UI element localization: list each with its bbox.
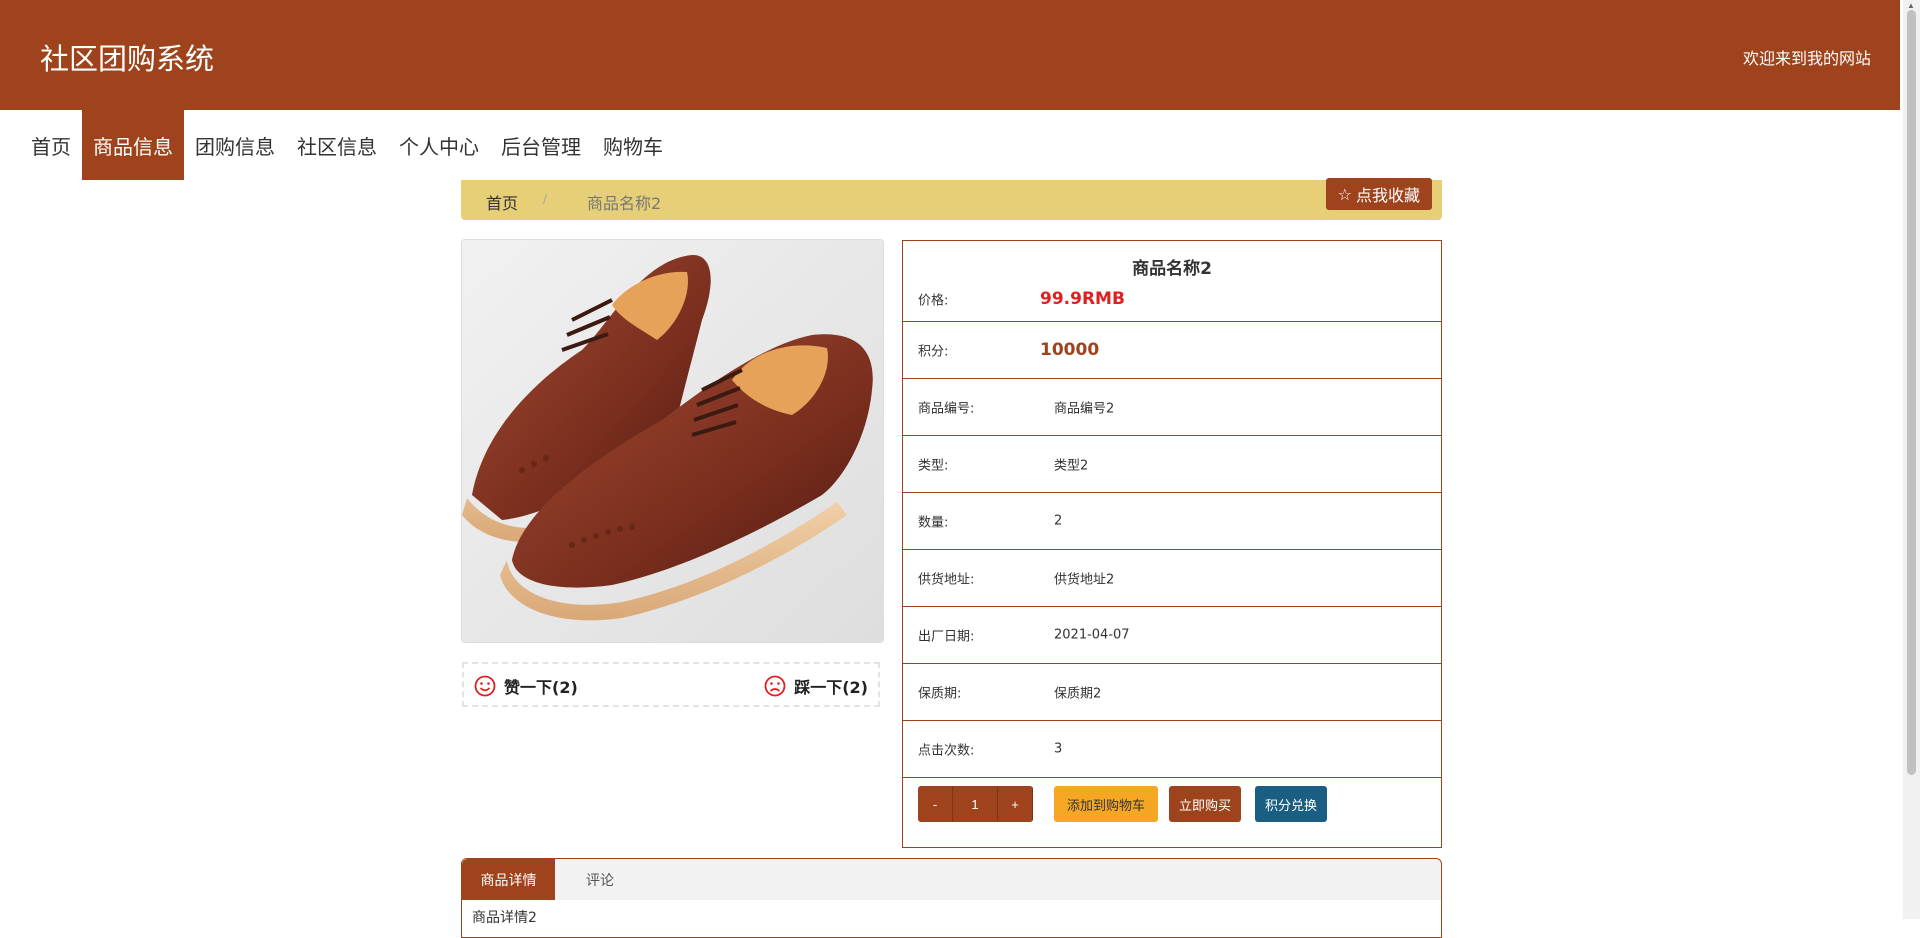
price-label: 价格: [918,293,949,309]
field-row: 类型: 类型2 [903,436,1441,493]
field-row: 出厂日期: 2021-04-07 [903,607,1441,664]
smile-icon [474,675,496,697]
points-value: 10000 [1040,340,1100,360]
page-scrollbar[interactable]: ▲ [1903,0,1920,919]
tab-details[interactable]: 商品详情 [462,859,555,900]
field-row: 保质期: 保质期2 [903,664,1441,721]
site-header: 社区团购系统 欢迎来到我的网站 [0,0,1900,110]
nav-item-home[interactable]: 首页 [20,110,82,180]
field-label: 保质期: [918,686,962,702]
breadcrumb: 首页 / 商品名称2 ☆ 点我收藏 [461,178,1442,220]
field-row: 商品编号: 商品编号2 [903,379,1441,436]
welcome-text: 欢迎来到我的网站 [1742,49,1871,68]
field-label: 点击次数: [918,743,975,759]
quantity-input[interactable]: 1 [953,786,998,822]
favorite-button-label: 点我收藏 [1355,186,1420,205]
nav-item-admin[interactable]: 后台管理 [490,110,592,180]
points-row: 积分: 10000 [903,322,1441,379]
field-row: 点击次数: 3 [903,721,1441,778]
quantity-stepper: - 1 + [918,786,1033,822]
buy-now-button[interactable]: 立即购买 [1169,786,1242,822]
field-value: 2021-04-07 [1054,627,1130,643]
field-label: 类型: [918,458,949,474]
star-outline-icon: ☆ [1337,184,1352,204]
field-row: 数量: 2 [903,493,1441,550]
main-nav: 首页 商品信息 团购信息 社区信息 个人中心 后台管理 购物车 [20,110,674,180]
tab-comments[interactable]: 评论 [555,859,645,900]
tab-content: 商品详情2 [472,910,537,926]
price-value: 99.9RMB [1040,289,1125,309]
points-exchange-button[interactable]: 积分兑换 [1255,786,1328,822]
product-image [461,239,884,643]
field-label: 供货地址: [918,572,975,588]
tab-bar: 商品详情 评论 [462,859,1441,900]
like-button[interactable]: 赞一下(2) [474,674,578,698]
detail-tabs: 商品详情 评论 商品详情2 [461,858,1442,938]
product-name: 商品名称2 [1132,259,1212,279]
dislike-label: 踩一下(2) [794,678,868,697]
field-row: 供货地址: 供货地址2 [903,550,1441,607]
frown-icon [764,675,786,697]
scroll-up-icon[interactable]: ▲ [1907,1,1915,10]
nav-item-profile[interactable]: 个人中心 [388,110,490,180]
nav-item-cart[interactable]: 购物车 [592,110,674,180]
increase-button[interactable]: + [998,786,1033,822]
nav-item-community[interactable]: 社区信息 [286,110,388,180]
breadcrumb-separator: / [543,191,547,207]
add-to-cart-button[interactable]: 添加到购物车 [1054,786,1158,822]
product-info-panel: 商品名称2 价格: 99.9RMB 积分: 10000 商品编号: 商品编号2 … [902,240,1442,848]
breadcrumb-home[interactable]: 首页 [486,190,518,214]
breadcrumb-current: 商品名称2 [587,194,662,213]
field-label: 出厂日期: [918,629,975,645]
site-title[interactable]: 社区团购系统 [40,36,214,78]
field-value: 商品编号2 [1054,401,1115,417]
dislike-button[interactable]: 踩一下(2) [764,674,868,698]
favorite-button[interactable]: ☆ 点我收藏 [1325,178,1432,210]
points-label: 积分: [918,344,949,360]
nav-item-products[interactable]: 商品信息 [82,110,184,180]
field-value: 保质期2 [1054,686,1102,702]
field-value: 类型2 [1054,458,1089,474]
nav-item-group-buy[interactable]: 团购信息 [184,110,286,180]
field-value: 3 [1054,741,1063,757]
field-value: 供货地址2 [1054,572,1115,588]
decrease-button[interactable]: - [918,786,953,822]
product-photo [462,240,883,642]
vote-box: 赞一下(2) 踩一下(2) [462,662,880,707]
price-row: 价格: 99.9RMB [903,277,1441,322]
like-label: 赞一下(2) [504,678,578,697]
field-label: 商品编号: [918,401,975,417]
scroll-thumb[interactable] [1907,10,1916,775]
field-label: 数量: [918,515,949,531]
action-row: - 1 + 添加到购物车 立即购买 积分兑换 [903,778,1441,828]
field-value: 2 [1054,513,1063,529]
